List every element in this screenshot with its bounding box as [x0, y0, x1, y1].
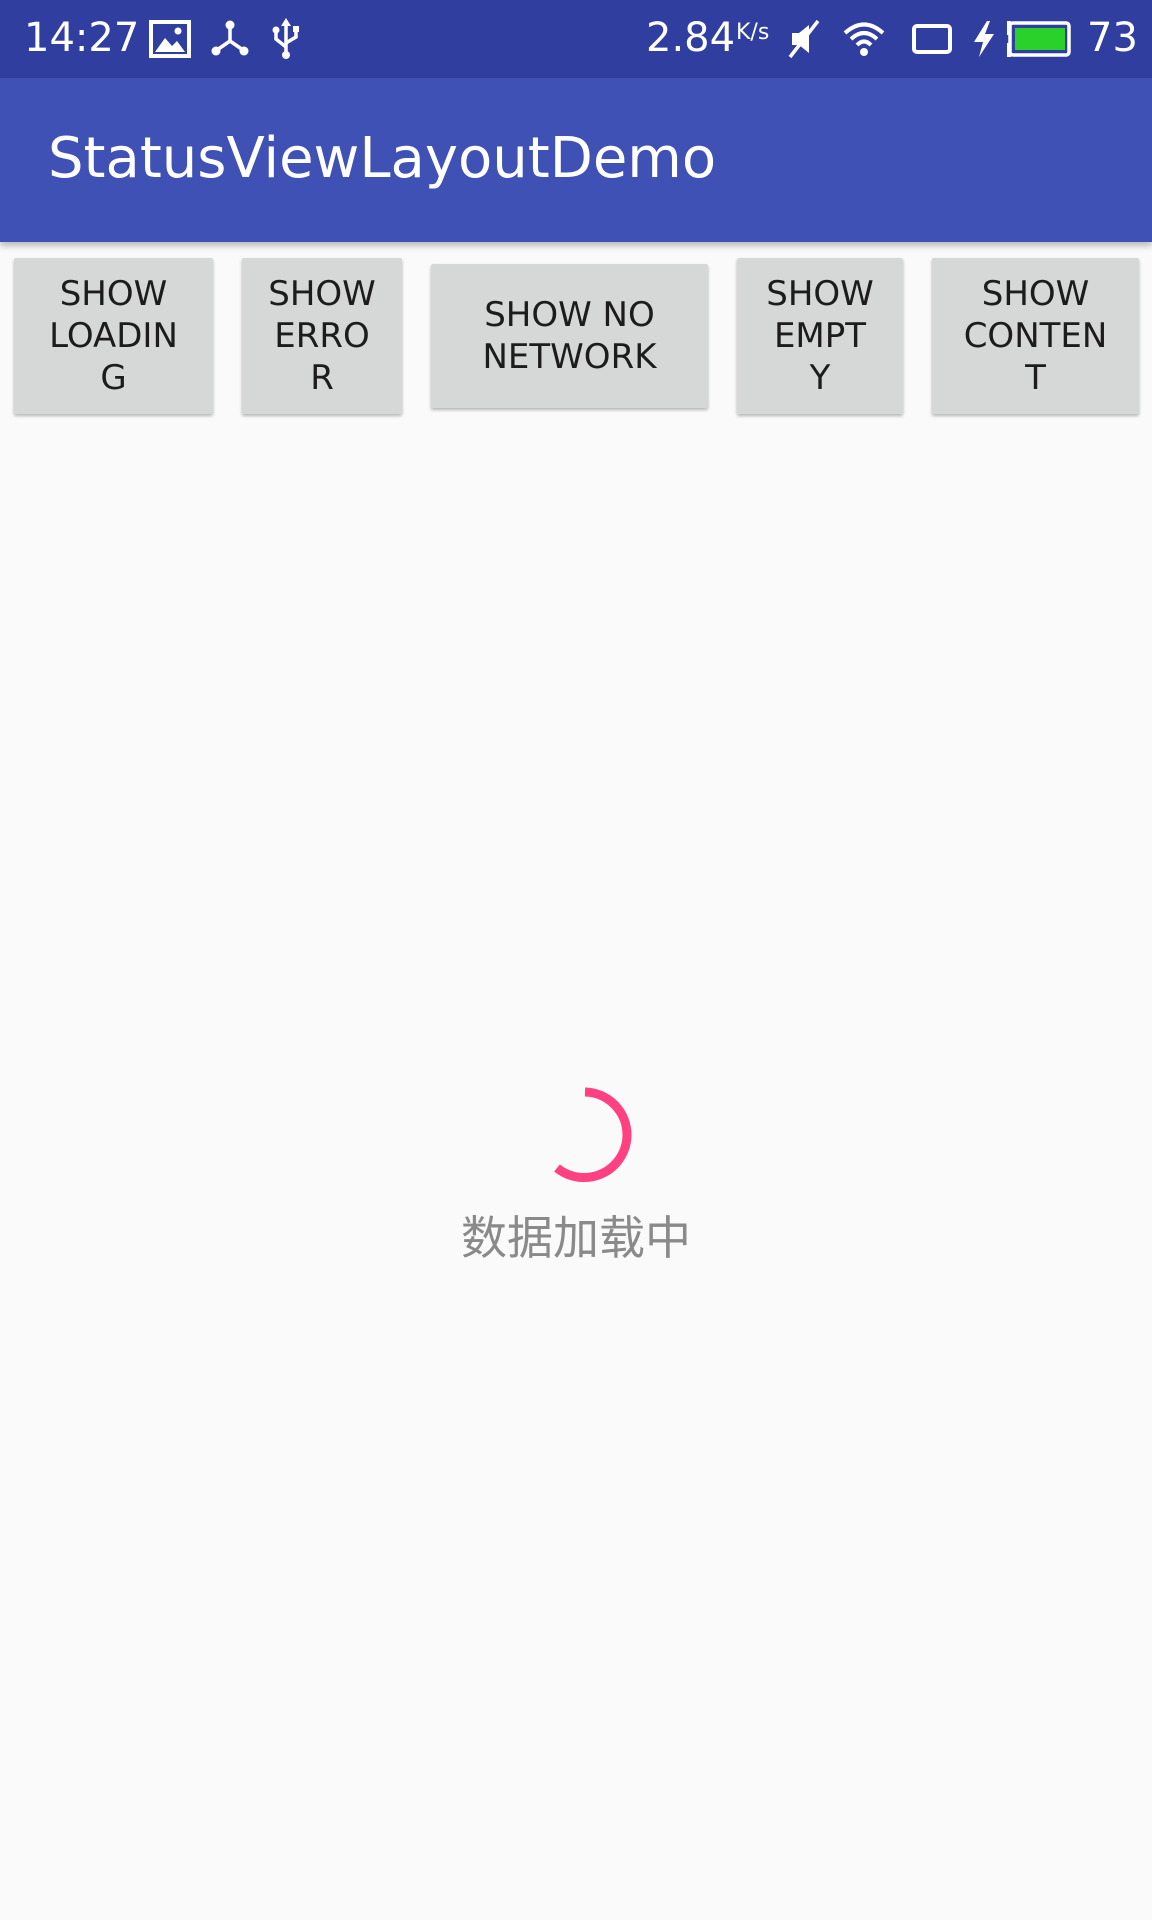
app-bar: StatusViewLayoutDemo [0, 78, 1152, 242]
loading-spinner [554, 1087, 632, 1182]
net-speed-unit: K/s [736, 20, 770, 45]
show-empty-button[interactable]: SHOW EMPT Y [737, 258, 903, 414]
status-bar: 14:27 2.84 K/s 73 [0, 0, 1152, 78]
battery-icon [1007, 21, 1071, 57]
share-icon [211, 20, 249, 56]
show-content-button[interactable]: SHOW CONTEN T [932, 258, 1139, 414]
show-no-network-button[interactable]: SHOW NO NETWORK [431, 264, 708, 408]
show-error-button[interactable]: SHOW ERRO R [242, 258, 402, 414]
usb-icon [272, 18, 299, 59]
battery-percent: 73 [1087, 15, 1138, 61]
mute-icon [788, 19, 820, 59]
show-loading-button[interactable]: SHOW LOADIN G [14, 258, 213, 414]
app-title: StatusViewLayoutDemo [48, 126, 717, 191]
net-speed: 2.84 [646, 15, 736, 61]
status-time: 14:27 [24, 15, 140, 61]
loading-text: 数据加载中 [461, 1211, 691, 1265]
wifi-icon [843, 22, 885, 56]
charging-icon [974, 21, 994, 57]
screen-icon [912, 24, 952, 54]
image-icon [149, 20, 191, 58]
